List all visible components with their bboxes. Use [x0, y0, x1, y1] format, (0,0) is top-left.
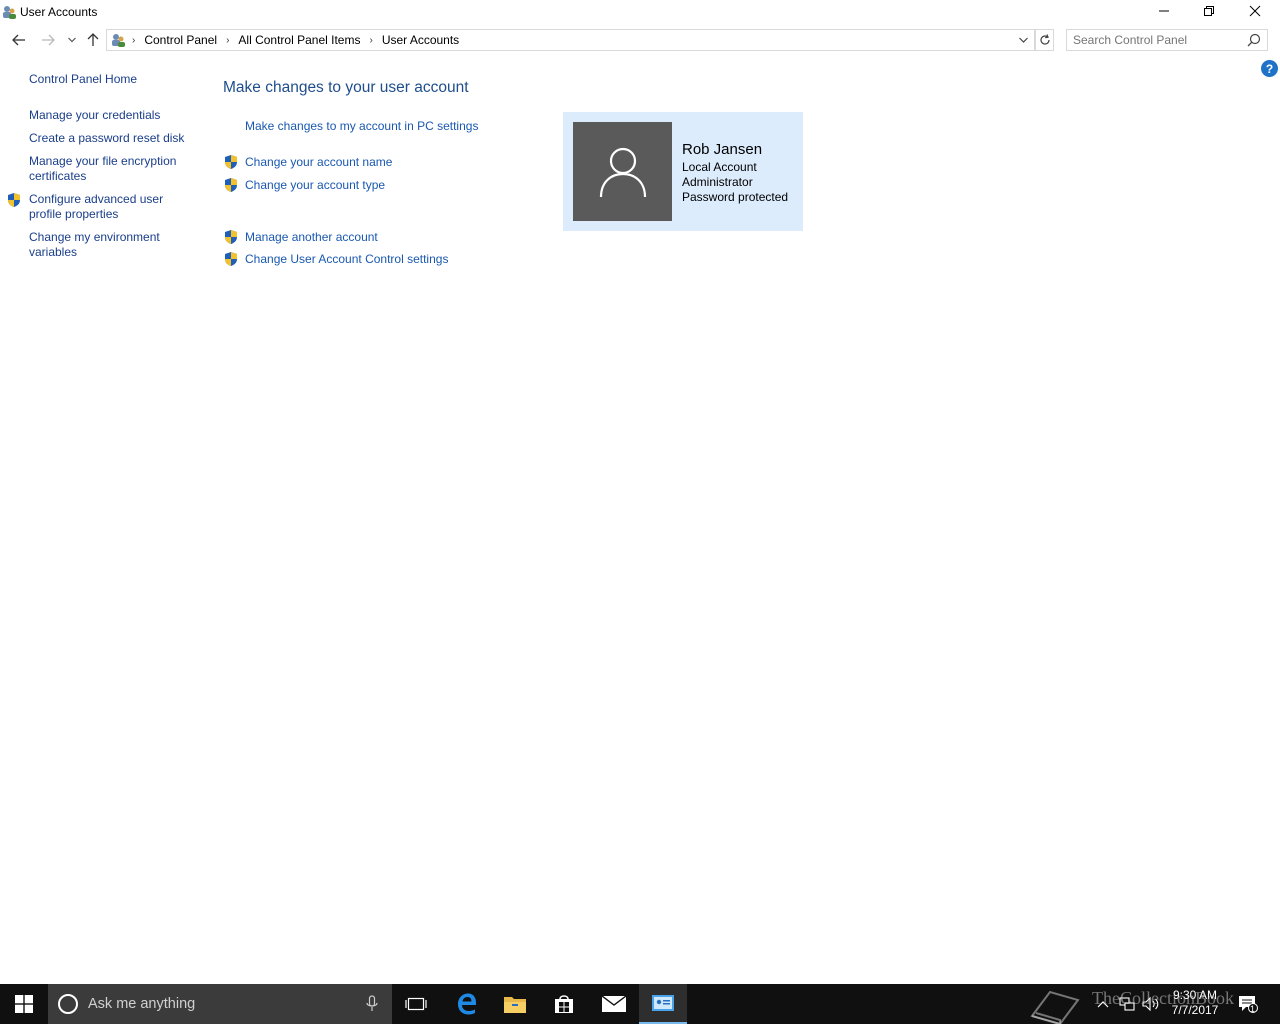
minimize-icon	[1159, 10, 1169, 12]
uac-settings-link[interactable]: Change User Account Control settings	[245, 252, 448, 266]
microphone-icon[interactable]	[366, 995, 378, 1013]
windows-logo-icon	[15, 995, 33, 1013]
window-title: User Accounts	[20, 5, 98, 19]
close-button[interactable]	[1232, 0, 1278, 22]
taskbar: Ask me anything 9:30 AM 7/7/2017 1	[0, 984, 1280, 1024]
shield-icon	[225, 252, 237, 266]
account-card: Rob Jansen Local Account Administrator P…	[563, 112, 803, 231]
shield-icon	[225, 230, 237, 244]
pc-settings-link[interactable]: Make changes to my account in PC setting…	[245, 119, 478, 133]
user-accounts-icon	[3, 6, 16, 19]
cortana-search-box[interactable]: Ask me anything	[48, 984, 392, 1024]
manage-another-account-link[interactable]: Manage another account	[245, 230, 378, 244]
account-type: Local Account	[682, 160, 757, 174]
search-box[interactable]	[1066, 29, 1268, 51]
address-bar[interactable]: › Control Panel › All Control Panel Item…	[106, 29, 1035, 51]
clock-time: 9:30 AM	[1172, 988, 1218, 1002]
search-icon[interactable]	[1247, 33, 1261, 47]
task-view-icon	[405, 997, 427, 1011]
password-reset-disk-link[interactable]: Create a password reset disk	[29, 131, 194, 146]
start-button[interactable]	[0, 984, 48, 1024]
change-account-name-link[interactable]: Change your account name	[245, 155, 392, 169]
help-button[interactable]: ?	[1261, 60, 1278, 77]
breadcrumb-control-panel[interactable]: Control Panel	[144, 33, 217, 47]
chevron-down-icon	[1018, 37, 1028, 43]
shield-icon	[225, 155, 237, 169]
chevron-right-icon[interactable]: ›	[226, 35, 229, 46]
breadcrumb-all-items[interactable]: All Control Panel Items	[238, 33, 360, 47]
clock[interactable]: 9:30 AM 7/7/2017	[1164, 988, 1226, 1018]
account-role: Administrator	[682, 175, 753, 189]
edge-button[interactable]	[443, 984, 491, 1024]
control-panel-taskbar-button[interactable]	[639, 984, 687, 1024]
edge-icon	[458, 993, 477, 1015]
cortana-icon	[58, 994, 78, 1014]
restore-button[interactable]	[1186, 0, 1232, 22]
notification-count: 1	[1250, 1004, 1256, 1014]
store-button[interactable]	[540, 984, 588, 1024]
store-icon	[555, 995, 573, 1013]
control-panel-icon	[112, 34, 125, 47]
mail-button[interactable]	[590, 984, 638, 1024]
back-button[interactable]	[9, 30, 29, 50]
breadcrumb: › Control Panel › All Control Panel Item…	[110, 32, 459, 48]
title-bar: User Accounts	[0, 0, 1280, 24]
network-icon	[1119, 997, 1135, 1011]
shield-icon	[8, 193, 20, 207]
address-dropdown-button[interactable]	[1014, 31, 1032, 49]
refresh-icon	[1039, 34, 1050, 45]
volume-button[interactable]	[1140, 984, 1162, 1024]
arrow-right-icon	[42, 34, 55, 46]
control-panel-home-link[interactable]: Control Panel Home	[29, 72, 194, 87]
search-input[interactable]	[1073, 32, 1243, 48]
task-view-button[interactable]	[392, 984, 440, 1024]
account-password-status: Password protected	[682, 190, 789, 204]
close-icon	[1249, 5, 1261, 17]
chevron-right-icon[interactable]: ›	[369, 35, 372, 46]
forward-button[interactable]	[38, 30, 58, 50]
chevron-up-icon	[1097, 1001, 1109, 1008]
file-encryption-link[interactable]: Manage your file encryption certificates	[29, 154, 189, 184]
folder-icon	[504, 997, 526, 1013]
arrow-left-icon	[12, 34, 25, 46]
refresh-button[interactable]	[1035, 29, 1054, 51]
show-hidden-icons-button[interactable]	[1094, 984, 1112, 1024]
breadcrumb-user-accounts[interactable]: User Accounts	[382, 33, 459, 47]
speaker-icon	[1142, 997, 1159, 1011]
control-panel-icon	[652, 995, 674, 1011]
network-button[interactable]	[1116, 984, 1138, 1024]
up-button[interactable]	[83, 30, 103, 50]
advanced-profile-link[interactable]: Configure advanced user profile properti…	[29, 192, 179, 222]
shield-icon	[225, 178, 237, 192]
recent-locations-button[interactable]	[62, 30, 82, 50]
change-account-type-link[interactable]: Change your account type	[245, 178, 385, 192]
mail-icon	[602, 996, 626, 1012]
chevron-down-icon	[68, 37, 76, 43]
minimize-button[interactable]	[1141, 0, 1187, 22]
clock-date: 7/7/2017	[1171, 1003, 1219, 1017]
manage-credentials-link[interactable]: Manage your credentials	[29, 108, 194, 123]
page-title: Make changes to your user account	[223, 79, 469, 96]
arrow-up-icon	[87, 33, 99, 46]
user-icon	[599, 147, 646, 197]
avatar	[573, 122, 672, 221]
restore-icon	[1204, 6, 1214, 16]
file-explorer-button[interactable]	[491, 984, 539, 1024]
action-center-button[interactable]: 1	[1234, 984, 1262, 1024]
environment-variables-link[interactable]: Change my environment variables	[29, 230, 179, 260]
cortana-placeholder: Ask me anything	[88, 996, 196, 1012]
chevron-right-icon[interactable]: ›	[132, 35, 135, 46]
account-name: Rob Jansen	[682, 141, 763, 158]
